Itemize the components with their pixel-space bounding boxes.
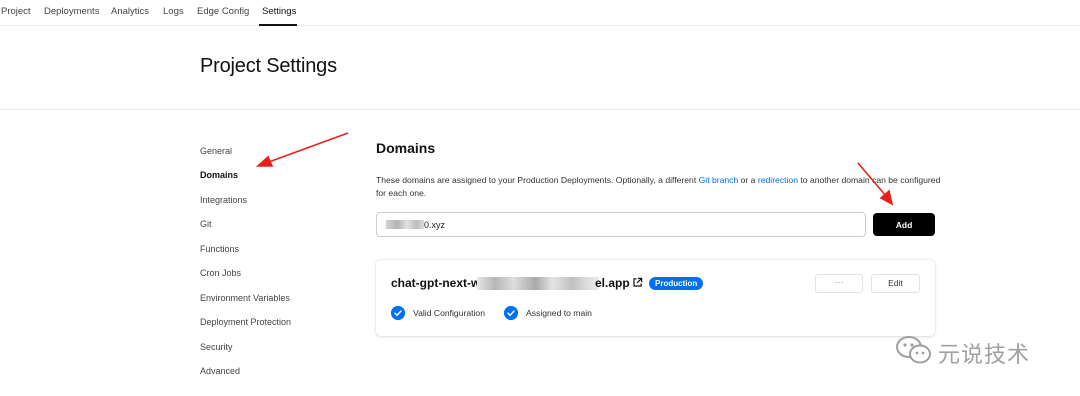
- redirection-link[interactable]: redirection: [758, 175, 798, 185]
- domain-card: chat-gpt-next-w el.app Production ··· Ed…: [376, 260, 935, 336]
- sidebar-item-deployment-protection[interactable]: Deployment Protection: [200, 317, 291, 327]
- sidebar-item-security[interactable]: Security: [200, 342, 233, 352]
- domain-name[interactable]: chat-gpt-next-w: [391, 276, 480, 290]
- edit-domain-button[interactable]: Edit: [871, 274, 920, 293]
- sidebar-item-environment-variables[interactable]: Environment Variables: [200, 293, 290, 303]
- description-text: These domains are assigned to your Produ…: [376, 175, 699, 185]
- redacted-text: [477, 277, 599, 290]
- description-text: or a: [738, 175, 758, 185]
- watermark-text: 元说技术: [938, 343, 1031, 368]
- domain-input[interactable]: [376, 212, 866, 237]
- status-label: Assigned to main: [526, 308, 592, 318]
- tab-deployments[interactable]: Deployments: [44, 6, 99, 17]
- page-title: Project Settings: [200, 55, 337, 77]
- check-circle-icon: [504, 306, 518, 320]
- tab-project[interactable]: Project: [1, 6, 31, 17]
- top-nav: Project Deployments Analytics Logs Edge …: [0, 0, 1080, 26]
- tab-logs[interactable]: Logs: [163, 6, 184, 17]
- production-badge: Production: [649, 277, 704, 290]
- tab-edge-config[interactable]: Edge Config: [197, 6, 249, 17]
- sidebar-item-integrations[interactable]: Integrations: [200, 195, 247, 205]
- status-label: Valid Configuration: [413, 308, 485, 318]
- check-circle-icon: [391, 306, 405, 320]
- external-link-icon[interactable]: [632, 277, 643, 288]
- more-options-button[interactable]: ···: [815, 274, 863, 293]
- sidebar-item-cron-jobs[interactable]: Cron Jobs: [200, 268, 241, 278]
- redacted-text: [386, 220, 424, 229]
- sidebar-item-git[interactable]: Git: [200, 219, 212, 229]
- tab-settings[interactable]: Settings: [262, 6, 296, 17]
- wechat-icon: [896, 336, 931, 364]
- sidebar-item-general[interactable]: General: [200, 146, 232, 156]
- sidebar-item-advanced[interactable]: Advanced: [200, 366, 240, 376]
- page-header: Project Settings: [0, 26, 1080, 110]
- tab-analytics[interactable]: Analytics: [111, 6, 149, 17]
- sidebar-item-domains[interactable]: Domains: [200, 170, 238, 180]
- domains-description: These domains are assigned to your Produ…: [376, 174, 941, 199]
- add-domain-button[interactable]: Add: [873, 213, 935, 236]
- git-branch-link[interactable]: Git branch: [699, 175, 739, 185]
- domain-name-suffix[interactable]: el.app: [595, 276, 630, 290]
- domains-section-title: Domains: [376, 140, 436, 156]
- annotation-arrow: [255, 132, 349, 167]
- sidebar-item-functions[interactable]: Functions: [200, 244, 239, 254]
